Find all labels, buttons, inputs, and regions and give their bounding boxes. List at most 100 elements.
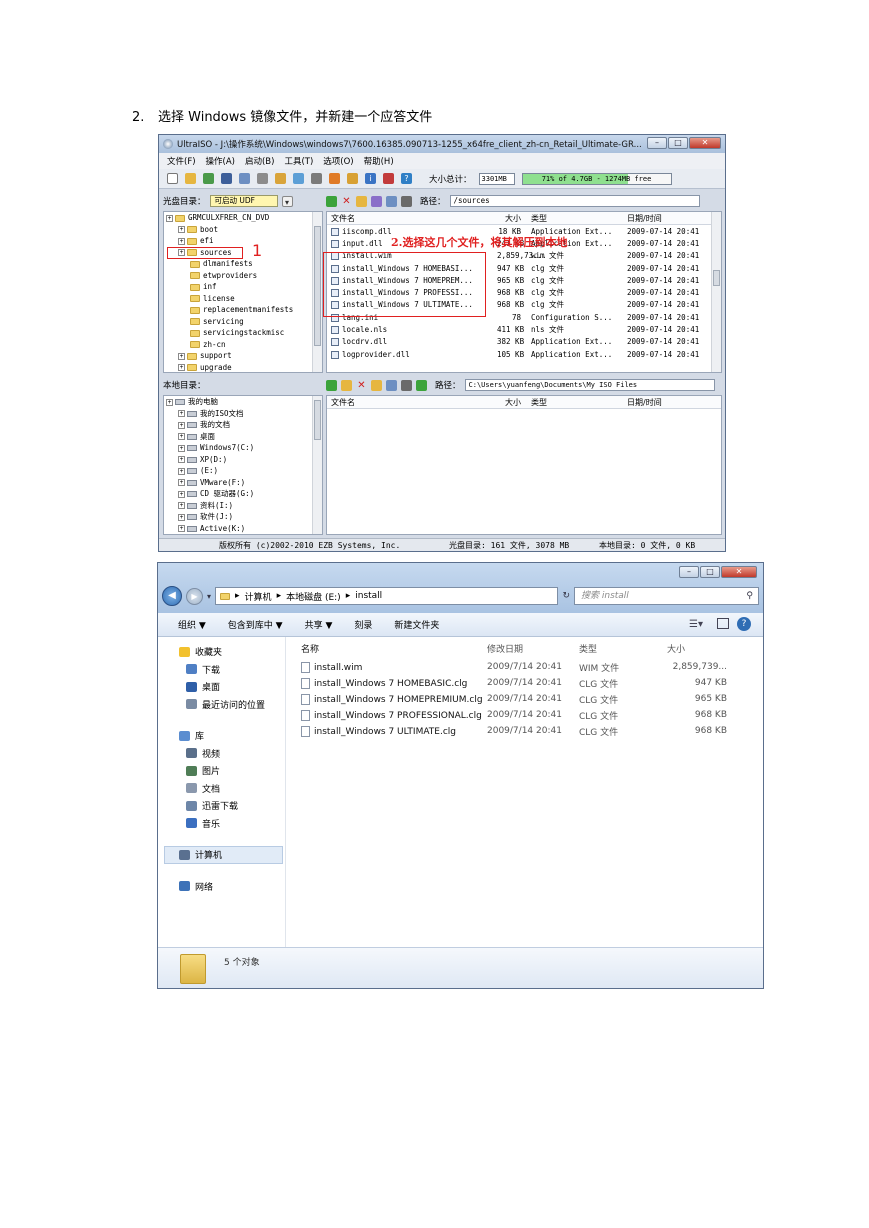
nav-item[interactable]: 文档 [158, 780, 285, 798]
tree-node[interactable]: + VMware(F:) [164, 477, 322, 489]
local-col-type[interactable]: 类型 [525, 397, 625, 408]
recent-pages-icon[interactable]: ▾ [207, 592, 211, 601]
forward-button[interactable]: ▶ [186, 587, 203, 605]
menu-item[interactable]: 操作(A) [206, 155, 235, 167]
extract-icon[interactable] [203, 173, 214, 184]
top-path-field[interactable]: /sources [449, 195, 700, 207]
explorer-maximize-button[interactable]: □ [700, 566, 720, 578]
col-filename[interactable]: 文件名 [327, 213, 497, 224]
col-date[interactable]: 日期/时间 [625, 213, 715, 224]
local-col-size[interactable]: 大小 [497, 397, 525, 408]
up-icon[interactable] [326, 195, 337, 207]
nav-item[interactable]: 最近访问的位置 [158, 696, 285, 714]
expand-icon[interactable]: + [178, 433, 185, 440]
breadcrumb-item[interactable]: install [355, 591, 382, 601]
expand-icon[interactable]: + [178, 467, 185, 475]
col-modified[interactable]: 修改日期 [487, 642, 579, 655]
expand-icon[interactable]: + [178, 226, 185, 233]
expand-icon[interactable]: + [178, 352, 185, 360]
expand-icon[interactable]: + [178, 444, 185, 452]
close-button[interactable]: ✕ [689, 137, 721, 149]
expand-icon[interactable]: + [178, 364, 185, 371]
expand-icon[interactable]: + [178, 237, 185, 245]
expand-icon[interactable]: + [178, 421, 185, 429]
expand-icon[interactable]: + [166, 398, 173, 406]
maximize-button[interactable]: □ [668, 137, 688, 149]
view-options-icon[interactable]: ☰▾ [689, 619, 703, 630]
delete-icon[interactable]: ✕ [341, 196, 352, 207]
list-item[interactable]: install_Windows 7 ULTIMATE.clg 2009/7/14 … [287, 723, 763, 739]
tree-node[interactable]: + 我的ISO文档 [164, 408, 322, 420]
mount-icon[interactable] [293, 173, 304, 184]
local-open-icon[interactable] [371, 379, 382, 391]
breadcrumb-separator-icon[interactable]: ▸ [235, 591, 240, 601]
tree-node[interactable]: + support [164, 350, 322, 362]
tree-node[interactable]: replacementmanifests [164, 304, 322, 316]
tree-node[interactable]: inf [164, 281, 322, 293]
explorer-minimize-button[interactable]: – [679, 566, 699, 578]
tree-node[interactable]: + (E:) [164, 465, 322, 477]
nav-item[interactable]: 音乐 [158, 815, 285, 833]
tree-node[interactable]: + boot [164, 224, 322, 236]
expand-icon[interactable]: + [178, 456, 185, 463]
properties-small-icon[interactable] [386, 195, 397, 207]
search-input[interactable]: 搜索 install ⚲ [574, 587, 759, 605]
tree-node[interactable]: + XP(D:) [164, 454, 322, 466]
nav-item[interactable]: 图片 [158, 762, 285, 780]
tree-node[interactable]: + 我的电脑 [164, 396, 322, 408]
menu-item[interactable]: 帮助(H) [364, 155, 394, 167]
nav-item[interactable]: 收藏夹 [158, 643, 285, 661]
expand-icon[interactable]: + [178, 410, 185, 417]
back-button[interactable]: ◀ [162, 586, 182, 606]
local-new-folder-icon[interactable] [341, 379, 352, 391]
tree-node[interactable]: servicingstackmisc [164, 327, 322, 339]
tree-node[interactable]: dlmanifests [164, 258, 322, 270]
rename-icon[interactable] [371, 195, 382, 207]
breadcrumb-item[interactable]: 计算机 [245, 590, 272, 603]
nav-item[interactable]: 视频 [158, 745, 285, 763]
minimize-button[interactable]: – [647, 137, 667, 149]
nav-item[interactable]: 网络 [158, 878, 285, 896]
preview-pane-icon[interactable] [717, 618, 729, 629]
tree-node[interactable]: etwproviders [164, 270, 322, 282]
menu-item[interactable]: 选项(O) [323, 155, 353, 167]
tree-node[interactable]: + 桌面 [164, 431, 322, 443]
open-icon[interactable] [185, 173, 196, 184]
local-col-date[interactable]: 日期/时间 [625, 397, 715, 408]
settings-icon[interactable] [401, 195, 412, 207]
tree-node[interactable]: + upgrade [164, 362, 322, 373]
table-row[interactable]: locdrv.dll 382 KB Application Ext... 2009-0… [327, 336, 721, 348]
nav-item[interactable]: 迅雷下载 [158, 797, 285, 815]
explorer-close-button[interactable]: ✕ [721, 566, 757, 578]
options-icon[interactable] [329, 173, 340, 184]
expand-icon[interactable]: + [178, 479, 185, 486]
menu-item[interactable]: 文件(F) [167, 155, 196, 167]
local-col-filename[interactable]: 文件名 [327, 397, 497, 408]
exit-icon[interactable] [383, 173, 394, 184]
menu-item[interactable]: 启动(B) [245, 155, 274, 167]
help-icon[interactable]: ? [737, 617, 751, 631]
make-cd-image-icon[interactable] [257, 173, 268, 184]
disc-type-dropdown-icon[interactable]: ▾ [281, 195, 293, 207]
menu-item[interactable]: 工具(T) [284, 155, 313, 167]
tree-node[interactable]: + 资料(I:) [164, 500, 322, 512]
col-name[interactable]: 名称 [287, 642, 487, 655]
tree-node[interactable]: servicing [164, 316, 322, 328]
disc-file-scrollbar[interactable] [711, 212, 721, 372]
info-icon[interactable]: i [365, 173, 376, 184]
refresh-icon[interactable]: ↻ [562, 591, 570, 601]
command-button[interactable]: 共享 ▼ [305, 618, 333, 631]
nav-item[interactable]: 库 [158, 727, 285, 745]
help-icon[interactable]: ? [401, 173, 412, 184]
expand-icon[interactable]: + [178, 502, 185, 509]
tree-node[interactable]: + efi [164, 235, 322, 247]
nav-item[interactable]: 桌面 [158, 678, 285, 696]
save-icon[interactable] [221, 173, 232, 184]
breadcrumb-separator-icon[interactable]: ▸ [277, 591, 282, 601]
command-button[interactable]: 组织 ▼ [178, 618, 206, 631]
list-item[interactable]: install_Windows 7 PROFESSIONAL.clg 2009/7… [287, 707, 763, 723]
properties-icon[interactable] [347, 173, 358, 184]
local-refresh-icon[interactable] [416, 379, 427, 391]
command-button[interactable]: 新建文件夹 [394, 618, 439, 631]
tree-node[interactable]: + CD 驱动器(G:) [164, 488, 322, 500]
